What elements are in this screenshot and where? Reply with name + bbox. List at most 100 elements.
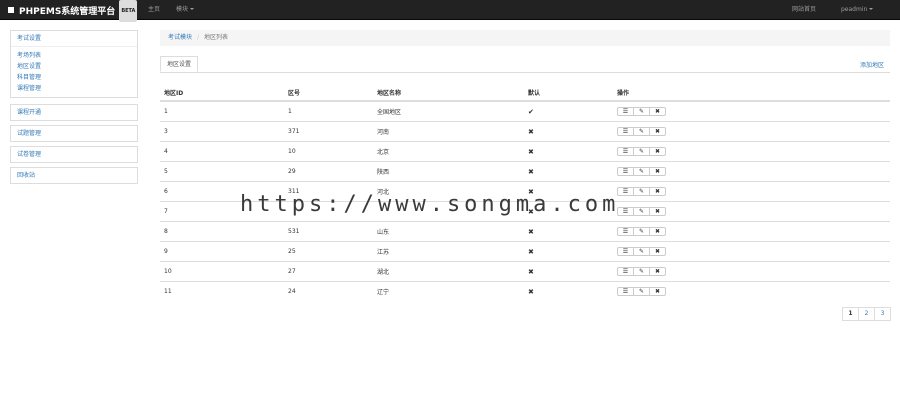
edit-button[interactable]: ✎: [633, 167, 650, 176]
cell-default: ✖: [524, 261, 613, 282]
beta-badge: BETA: [119, 0, 138, 22]
table-header-row: 地区ID 区号 地区名称 默认 操作: [160, 84, 890, 102]
check-icon: ✔: [528, 107, 534, 116]
list-button[interactable]: ☰: [617, 267, 634, 276]
edit-icon: ✎: [638, 147, 645, 155]
add-region-link[interactable]: 添加地区: [860, 60, 884, 69]
cross-icon: ✖: [528, 227, 534, 236]
column-header-actions: 操作: [613, 84, 890, 102]
cross-icon: ✖: [528, 167, 534, 176]
nav-user-dropdown[interactable]: peadmin: [841, 0, 874, 20]
tab-bar: 地区设置 添加地区: [160, 56, 890, 73]
breadcrumb-parent-link[interactable]: 考试模块: [168, 34, 192, 41]
cell-region-id: 9: [160, 241, 284, 262]
cell-region-name: 山东: [373, 221, 524, 242]
sidebar-item-course-activation[interactable]: 课程开通: [11, 105, 137, 120]
list-button[interactable]: ☰: [617, 107, 634, 116]
table-row: 4 10 北京 ✖ ☰ ✎ ✖: [160, 141, 890, 162]
delete-icon: ✖: [654, 287, 661, 295]
cell-default: ✖: [524, 241, 613, 262]
edit-icon: ✎: [638, 107, 645, 115]
table-row: 10 27 湖北 ✖ ☰ ✎ ✖: [160, 261, 890, 282]
cell-region-id: 8: [160, 221, 284, 242]
cell-region-name: 湖北: [373, 261, 524, 282]
sidebar-group-exam-settings: 考试设置 考场列表 地区设置 科目管理 课程管理: [10, 30, 138, 98]
cell-actions: ☰ ✎ ✖: [613, 221, 890, 242]
tab-region-settings[interactable]: 地区设置: [160, 56, 199, 72]
sidebar-item-course-management[interactable]: 课程管理: [17, 83, 137, 94]
cell-default: ✖: [524, 281, 613, 301]
delete-icon: ✖: [654, 167, 661, 175]
cell-area-code: 29: [284, 161, 373, 182]
edit-button[interactable]: ✎: [633, 227, 650, 236]
cell-area-code: 24: [284, 281, 373, 301]
list-button[interactable]: ☰: [617, 127, 634, 136]
delete-button[interactable]: ✖: [649, 227, 666, 236]
delete-button[interactable]: ✖: [649, 287, 666, 296]
action-button-group: ☰ ✎ ✖: [617, 107, 666, 116]
cell-area-code: 531: [284, 221, 373, 242]
table-row: 9 25 江苏 ✖ ☰ ✎ ✖: [160, 241, 890, 262]
edit-icon: ✎: [638, 227, 645, 235]
nav-modules-label: 模块: [176, 6, 189, 13]
sidebar-item-region-settings[interactable]: 地区设置: [17, 61, 137, 72]
list-button[interactable]: ☰: [617, 247, 634, 256]
sidebar-group-title[interactable]: 考试设置: [11, 31, 137, 47]
list-button[interactable]: ☰: [617, 287, 634, 296]
page-link-2[interactable]: 2: [858, 307, 875, 321]
sidebar-item-question-management[interactable]: 试题管理: [11, 126, 137, 141]
sidebar-item-paper-management[interactable]: 试卷管理: [11, 147, 137, 162]
pagination: 1 2 3: [842, 307, 891, 321]
action-button-group: ☰ ✎ ✖: [617, 287, 666, 296]
list-button[interactable]: ☰: [617, 147, 634, 156]
cell-actions: ☰ ✎ ✖: [613, 141, 890, 162]
cell-actions: ☰ ✎ ✖: [613, 100, 890, 122]
delete-button[interactable]: ✖: [649, 147, 666, 156]
cell-default: ✖: [524, 221, 613, 242]
list-icon: ☰: [622, 107, 629, 115]
sidebar-item-subject-management[interactable]: 科目管理: [17, 72, 137, 83]
delete-icon: ✖: [654, 147, 661, 155]
cell-default: ✖: [524, 141, 613, 162]
cell-actions: ☰ ✎ ✖: [613, 261, 890, 282]
edit-button[interactable]: ✎: [633, 147, 650, 156]
cell-area-code: 10: [284, 141, 373, 162]
nav-site-home[interactable]: 网站首页: [792, 0, 816, 20]
list-button[interactable]: ☰: [617, 227, 634, 236]
edit-button[interactable]: ✎: [633, 287, 650, 296]
cross-icon: ✖: [528, 247, 534, 256]
cell-region-name: 全国地区: [373, 100, 524, 122]
delete-button[interactable]: ✖: [649, 127, 666, 136]
sidebar-group-paper-management: 试卷管理: [10, 146, 138, 163]
top-navbar: PHPEMS系统管理平台 BETA 主页 模块 网站首页 peadmin: [0, 0, 900, 22]
action-button-group: ☰ ✎ ✖: [617, 267, 666, 276]
page-link-3[interactable]: 3: [874, 307, 891, 321]
edit-button[interactable]: ✎: [633, 247, 650, 256]
delete-button[interactable]: ✖: [649, 167, 666, 176]
cell-area-code: 371: [284, 121, 373, 142]
edit-button[interactable]: ✎: [633, 107, 650, 116]
brand[interactable]: PHPEMS系统管理平台 BETA: [8, 0, 138, 22]
table-row: 5 29 陕西 ✖ ☰ ✎ ✖: [160, 161, 890, 182]
delete-button[interactable]: ✖: [649, 247, 666, 256]
nav-modules-dropdown[interactable]: 模块: [176, 0, 195, 20]
chevron-down-icon: [869, 8, 874, 10]
page-link-1[interactable]: 1: [842, 307, 859, 321]
column-header-area-code: 区号: [284, 84, 373, 102]
sidebar-item-recycle-bin[interactable]: 回收站: [11, 168, 137, 183]
delete-button[interactable]: ✖: [649, 267, 666, 276]
chevron-down-icon: [190, 8, 195, 10]
list-button[interactable]: ☰: [617, 167, 634, 176]
sidebar-item-exam-list[interactable]: 考场列表: [17, 50, 137, 61]
delete-button[interactable]: ✖: [649, 107, 666, 116]
delete-icon: ✖: [654, 227, 661, 235]
nav-home[interactable]: 主页: [148, 0, 160, 20]
cell-area-code: 1: [284, 100, 373, 122]
list-icon: ☰: [622, 287, 629, 295]
action-button-group: ☰ ✎ ✖: [617, 167, 666, 176]
app-title: PHPEMS系统管理平台: [19, 7, 116, 17]
edit-button[interactable]: ✎: [633, 267, 650, 276]
table-row: 1 1 全国地区 ✔ ☰ ✎ ✖: [160, 100, 890, 122]
edit-button[interactable]: ✎: [633, 127, 650, 136]
breadcrumb: 考试模块 / 地区列表: [160, 30, 890, 46]
